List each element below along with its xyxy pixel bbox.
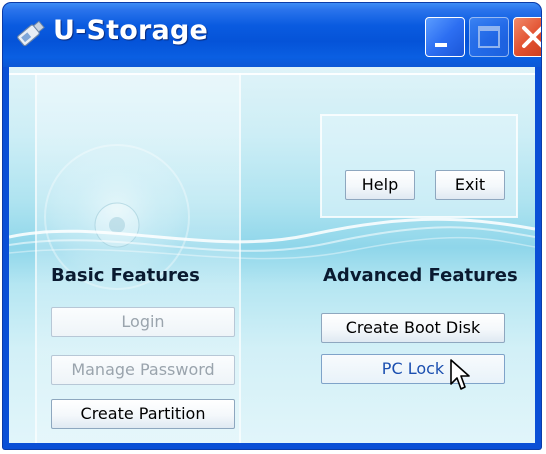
login-button[interactable]: Login — [51, 307, 235, 337]
exit-button[interactable]: Exit — [435, 170, 505, 200]
pc-lock-button[interactable]: PC Lock — [321, 354, 505, 384]
basic-features-heading: Basic Features — [51, 265, 200, 286]
app-window: U-Storage Help Exit Basic Features Advan… — [3, 3, 541, 449]
create-boot-disk-button[interactable]: Create Boot Disk — [321, 313, 505, 343]
minimize-button[interactable] — [425, 17, 465, 57]
manage-password-button[interactable]: Manage Password — [51, 355, 235, 385]
usb-drive-icon — [13, 17, 47, 51]
advanced-features-heading: Advanced Features — [323, 265, 518, 286]
maximize-icon — [478, 26, 500, 48]
create-partition-button[interactable]: Create Partition — [51, 399, 235, 429]
title-bar[interactable]: U-Storage — [3, 3, 541, 67]
help-button[interactable]: Help — [345, 170, 415, 200]
mouse-pointer-icon — [449, 358, 473, 396]
window-title: U-Storage — [53, 15, 209, 46]
close-icon — [522, 26, 541, 48]
minimize-icon — [435, 43, 447, 47]
close-button[interactable] — [513, 17, 541, 57]
maximize-button[interactable] — [469, 17, 509, 57]
